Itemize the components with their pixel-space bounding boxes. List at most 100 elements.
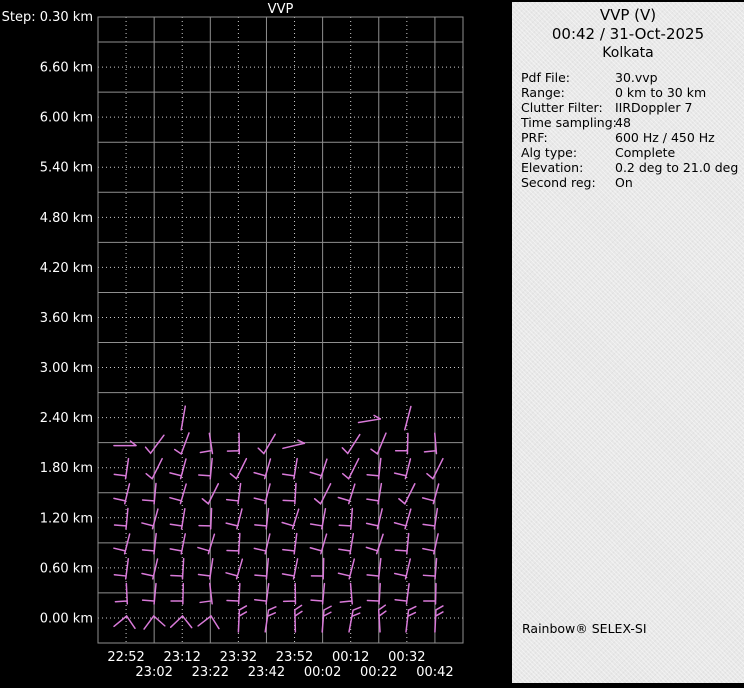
wind-barb bbox=[309, 507, 327, 530]
param-value: 600 Hz / 450 Hz bbox=[615, 130, 715, 145]
wind-barb bbox=[169, 614, 193, 629]
wind-barb bbox=[338, 507, 354, 530]
y-axis-label: 4.20 km bbox=[40, 261, 93, 276]
site-name: Kolkata bbox=[602, 45, 654, 61]
param-row: Clutter Filter: IIRDoppler 7 bbox=[521, 100, 744, 115]
wind-barb bbox=[199, 582, 213, 605]
wind-barb bbox=[170, 582, 185, 605]
product-title: VVP (V) bbox=[599, 6, 657, 24]
wind-barb bbox=[339, 582, 353, 605]
x-axis-label: 00:02 bbox=[304, 665, 341, 680]
wind-barb bbox=[141, 532, 157, 555]
param-label: PRF: bbox=[521, 130, 548, 145]
wind-barb bbox=[423, 432, 438, 455]
wind-barb bbox=[226, 532, 241, 555]
x-axis-label: 23:42 bbox=[248, 665, 285, 680]
param-value: Complete bbox=[615, 145, 676, 160]
wind-barb bbox=[309, 533, 328, 555]
x-axis-label: 23:02 bbox=[135, 665, 172, 680]
y-axis-label: 1.80 km bbox=[40, 461, 93, 476]
x-axis-label: 00:32 bbox=[388, 650, 425, 665]
param-row: Pdf File: 30.vvp bbox=[521, 70, 744, 85]
info-panel: VVP (V) 00:42 / 31-Oct-2025 Kolkata Pdf … bbox=[512, 2, 744, 683]
param-row: PRF: 600 Hz / 450 Hz bbox=[521, 130, 744, 145]
wind-barb bbox=[113, 557, 130, 580]
wind-barb bbox=[393, 458, 412, 480]
y-axis-label: 0.00 km bbox=[40, 611, 93, 626]
wind-barb bbox=[282, 482, 297, 505]
radar-vvp-window: Step: 0.30 km VVP 6.60 km 6.00 km 5.40 km 4… bbox=[0, 0, 744, 688]
wind-barb bbox=[282, 439, 306, 450]
param-label: Clutter Filter: bbox=[521, 100, 603, 115]
wind-barb bbox=[114, 582, 129, 605]
param-value: IIRDoppler 7 bbox=[615, 100, 693, 115]
wind-barb bbox=[422, 533, 439, 555]
panel-header: VVP (V) 00:42 / 31-Oct-2025 Kolkata bbox=[512, 2, 744, 62]
wind-barb bbox=[348, 606, 362, 633]
y-axis-label: 3.00 km bbox=[40, 361, 93, 376]
wind-barb bbox=[366, 482, 383, 505]
wind-barb bbox=[237, 605, 248, 633]
wind-barb bbox=[434, 605, 444, 633]
y-axis-label: 6.00 km bbox=[40, 111, 93, 126]
wind-barb bbox=[113, 614, 136, 630]
wind-barb bbox=[281, 457, 298, 480]
param-label: Alg type: bbox=[521, 145, 578, 160]
wind-barb bbox=[169, 507, 186, 530]
x-axis-label: 23:32 bbox=[220, 650, 257, 665]
product-datetime: 00:42 / 31-Oct-2025 bbox=[551, 25, 705, 43]
y-axis-label: 0.60 km bbox=[40, 561, 93, 576]
wind-barb bbox=[282, 582, 297, 605]
wind-barb bbox=[225, 558, 244, 580]
param-value: 30.vvp bbox=[615, 70, 658, 85]
wind-barb bbox=[337, 483, 356, 505]
wind-barb bbox=[141, 582, 157, 605]
wind-barb bbox=[173, 432, 190, 455]
wind-barb bbox=[366, 457, 382, 480]
param-label: Range: bbox=[521, 85, 565, 100]
x-axis-label: 00:22 bbox=[360, 665, 397, 680]
wind-barb bbox=[170, 557, 185, 580]
param-label: Second reg: bbox=[521, 175, 596, 190]
wind-barb bbox=[253, 483, 271, 505]
wind-barb bbox=[338, 532, 355, 555]
y-axis-label: 2.40 km bbox=[40, 411, 93, 426]
wind-barb bbox=[337, 558, 356, 580]
wind-barb bbox=[282, 532, 298, 555]
wind-barb bbox=[253, 533, 271, 555]
wind-barb bbox=[226, 432, 241, 455]
wind-barb bbox=[169, 483, 187, 505]
wind-barb bbox=[281, 558, 299, 580]
wind-barb bbox=[421, 483, 440, 505]
param-label: Elevation: bbox=[521, 160, 584, 175]
wind-barb bbox=[423, 582, 437, 605]
wind-barb bbox=[169, 533, 186, 555]
brand-footer: Rainbow® SELEX-SI bbox=[522, 621, 647, 636]
y-axis-label: 1.20 km bbox=[40, 511, 93, 526]
param-row: Range: 0 km to 30 km bbox=[521, 85, 744, 100]
wind-barb bbox=[422, 507, 439, 530]
wind-barb bbox=[198, 507, 213, 530]
wind-barb bbox=[393, 558, 411, 580]
wind-barb bbox=[405, 605, 417, 633]
wind-barb bbox=[113, 533, 131, 555]
wind-barb bbox=[141, 508, 159, 530]
y-axis-label: 3.60 km bbox=[40, 311, 93, 326]
wind-barb bbox=[422, 557, 438, 580]
wind-barb bbox=[226, 582, 241, 605]
x-axis-label: 23:22 bbox=[192, 665, 229, 680]
x-axis-label: 22:52 bbox=[107, 650, 144, 665]
wind-barb bbox=[254, 582, 270, 605]
param-row: Elevation: 0.2 deg to 21.0 deg bbox=[521, 160, 744, 175]
wind-barb bbox=[141, 558, 159, 580]
wind-barb bbox=[310, 582, 326, 605]
y-axis-label: 6.60 km bbox=[40, 61, 93, 76]
x-axis-label: 23:52 bbox=[276, 650, 313, 665]
plot-border bbox=[97, 16, 464, 644]
wind-barb bbox=[393, 508, 412, 530]
y-axis-label: 5.40 km bbox=[40, 161, 93, 176]
wind-barb bbox=[404, 405, 412, 431]
wind-barb bbox=[281, 508, 300, 530]
wind-barb bbox=[394, 532, 410, 555]
wind-barb bbox=[365, 508, 383, 530]
